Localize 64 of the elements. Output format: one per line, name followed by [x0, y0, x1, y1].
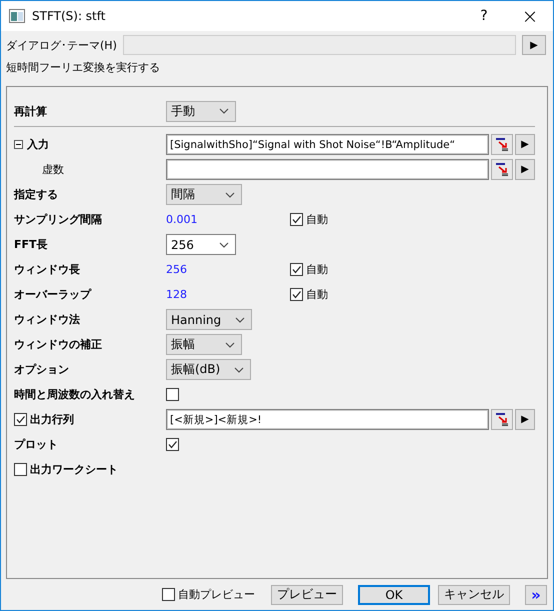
auto-label: 自動 — [306, 262, 328, 277]
setting-value: 128 — [166, 288, 188, 301]
chevron-down-icon — [225, 342, 235, 348]
setting-label: サンプリング間隔 — [14, 212, 102, 227]
checkbox[interactable] — [166, 438, 179, 451]
description-text: 短時間フーリエ変換を実行する — [5, 60, 161, 76]
dialog-button[interactable]: プレビュー — [271, 584, 343, 604]
setting-label: プロット — [14, 437, 58, 452]
checkbox[interactable] — [162, 588, 175, 601]
setting-label: 再計算 — [14, 104, 48, 118]
close-button[interactable]: × — [507, 1, 553, 31]
setting-label: 出力行列 — [30, 412, 74, 427]
menu-button[interactable]: ▶ — [515, 134, 535, 155]
expand-button[interactable]: » — [525, 584, 547, 604]
auto-label: 自動 — [306, 212, 328, 227]
column-picker-icon[interactable] — [491, 409, 513, 430]
dialog-button[interactable]: OK — [358, 584, 430, 604]
collapse-icon[interactable] — [14, 140, 23, 149]
recalc-dropdown[interactable]: 手動 — [166, 100, 236, 122]
chevron-down-icon — [219, 242, 229, 248]
checkbox[interactable] — [166, 388, 179, 401]
setting-dropdown[interactable]: 256 — [166, 234, 236, 255]
setting-label: ウィンドウ長 — [14, 262, 80, 277]
setting-label: 入力 — [27, 137, 49, 152]
checkbox[interactable] — [290, 263, 303, 276]
auto-label: 自動 — [306, 287, 328, 302]
setting-label: オーバーラップ — [14, 287, 91, 302]
setting-dropdown[interactable]: Hanning — [166, 309, 252, 330]
theme-menu-button[interactable]: ▶ — [522, 35, 546, 55]
setting-dropdown[interactable]: 振幅 — [166, 334, 242, 355]
checkbox[interactable] — [14, 413, 27, 426]
dialog-button[interactable]: キャンセル — [438, 584, 510, 604]
checkbox[interactable] — [290, 288, 303, 301]
window-icon — [9, 9, 25, 23]
setting-label: 指定する — [14, 187, 58, 202]
window-title: STFT(S): stft — [32, 9, 106, 23]
chevron-down-icon — [225, 192, 235, 198]
setting-label: オプション — [14, 362, 69, 377]
setting-label: 時間と周波数の入れ替え — [14, 387, 135, 402]
help-button[interactable]: ? — [461, 1, 507, 31]
setting-label: ウィンドウの補正 — [14, 337, 102, 352]
menu-button[interactable]: ▶ — [515, 409, 535, 430]
input-field[interactable]: [<新規>]<新規>! — [166, 409, 489, 430]
column-picker-icon[interactable] — [491, 134, 513, 155]
chevron-down-icon — [219, 108, 229, 114]
chevron-down-icon — [234, 366, 244, 372]
setting-label: FFT長 — [14, 237, 48, 252]
input-field[interactable] — [166, 159, 489, 180]
checkbox[interactable] — [14, 463, 27, 476]
setting-label: ウィンドウ法 — [14, 312, 80, 327]
setting-value: 0.001 — [166, 213, 198, 226]
checkbox[interactable] — [290, 213, 303, 226]
setting-dropdown[interactable]: 間隔 — [166, 184, 242, 205]
input-field[interactable]: [SignalwithSho]“Signal with Shot Noise“!B“Amplitude“ — [166, 134, 489, 155]
theme-label: ダイアログ･テーマ(H) — [6, 38, 117, 52]
auto-preview-label: 自動プレビュー — [178, 587, 255, 602]
setting-label: 虚数 — [42, 162, 64, 177]
theme-field[interactable] — [122, 35, 516, 55]
menu-button[interactable]: ▶ — [515, 159, 535, 180]
chevron-down-icon — [235, 316, 246, 322]
setting-label: 出力ワークシート — [30, 462, 118, 477]
setting-dropdown[interactable]: 振幅(dB) — [166, 359, 252, 380]
column-picker-icon[interactable] — [491, 159, 513, 180]
setting-value: 256 — [166, 263, 188, 276]
